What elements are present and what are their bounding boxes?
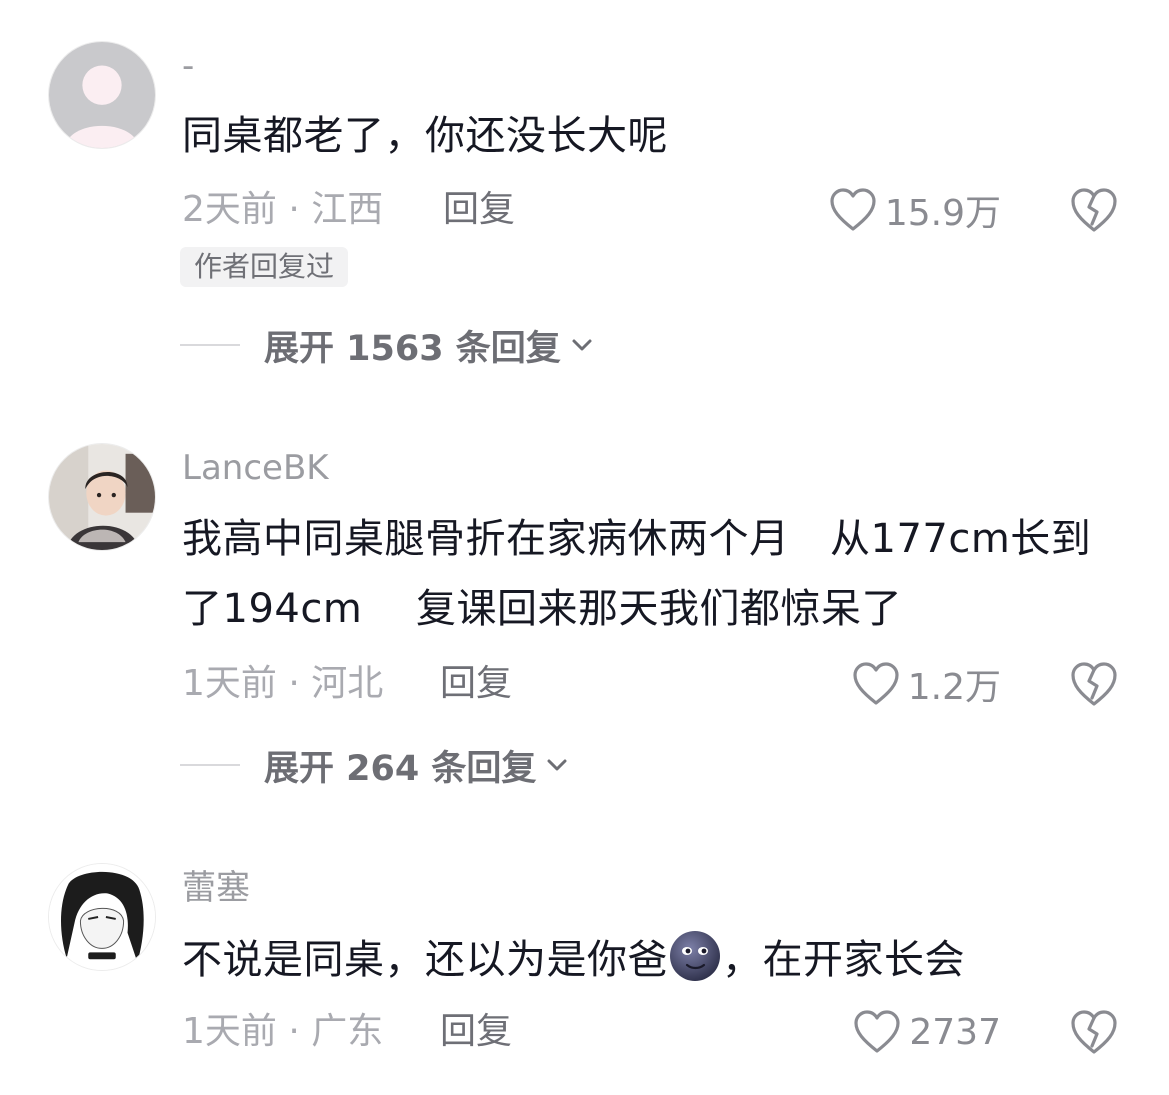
like-button[interactable]: 2737	[853, 1008, 1001, 1056]
heart-outline-icon	[854, 1010, 900, 1053]
chevron-down-icon	[547, 759, 567, 771]
comment-text: 不说是同桌，还以为是你爸 ，在开家长会	[182, 925, 1122, 995]
username[interactable]: LanceBK	[182, 448, 329, 488]
comment-text-part: 不说是同桌，还以为是你爸	[182, 937, 668, 983]
expand-replies-label: 展开 1563 条回复	[264, 328, 561, 369]
broken-heart-icon	[1071, 1010, 1117, 1054]
expand-replies-button[interactable]: 展开 264 条回复	[180, 743, 570, 789]
reply-button[interactable]: 回复	[440, 662, 512, 706]
username[interactable]: -	[182, 46, 194, 86]
like-button[interactable]: 1.2万	[852, 660, 1001, 708]
comment-meta: 1天前 · 广东	[182, 1011, 384, 1052]
author-replied-badge: 作者回复过	[180, 247, 349, 287]
broken-heart-icon	[1071, 188, 1117, 232]
broken-heart-icon	[1071, 662, 1117, 706]
avatar[interactable]	[48, 863, 156, 971]
expand-replies-label: 展开 264 条回复	[264, 748, 537, 789]
comment-meta: 1天前 · 河北	[182, 663, 384, 704]
expand-replies-button[interactable]: 展开 1563 条回复	[180, 323, 595, 369]
comment-text-part: ，在开家长会	[722, 937, 965, 983]
divider-line	[180, 344, 240, 346]
divider-line	[180, 764, 240, 766]
manga-character-avatar	[49, 864, 155, 970]
comment-text: 同桌都老了，你还没长大呢	[182, 113, 668, 159]
username[interactable]: 蕾塞	[182, 868, 250, 908]
like-count: 15.9万	[884, 193, 1001, 234]
like-count: 2737	[909, 1011, 1001, 1053]
avatar[interactable]	[48, 41, 156, 149]
dislike-button[interactable]	[1070, 660, 1118, 708]
default-avatar-icon	[49, 42, 155, 148]
reply-button[interactable]: 回复	[443, 188, 515, 232]
child-photo-avatar	[49, 444, 155, 550]
like-count: 1.2万	[907, 667, 1001, 708]
avatar[interactable]	[48, 443, 156, 551]
comment-text: 我高中同桌腿骨折在家病休两个月 从177cm长到了194cm 复课回来那天我们都…	[182, 516, 1092, 632]
new-moon-face-emoji	[670, 931, 720, 981]
chevron-down-icon	[572, 339, 592, 351]
comment-meta: 2天前 · 江西	[182, 189, 384, 230]
like-button[interactable]: 15.9万	[829, 186, 1001, 234]
reply-button[interactable]: 回复	[440, 1010, 512, 1054]
heart-outline-icon	[830, 188, 876, 231]
dislike-button[interactable]	[1070, 186, 1118, 234]
dislike-button[interactable]	[1070, 1008, 1118, 1056]
heart-outline-icon	[853, 662, 899, 705]
